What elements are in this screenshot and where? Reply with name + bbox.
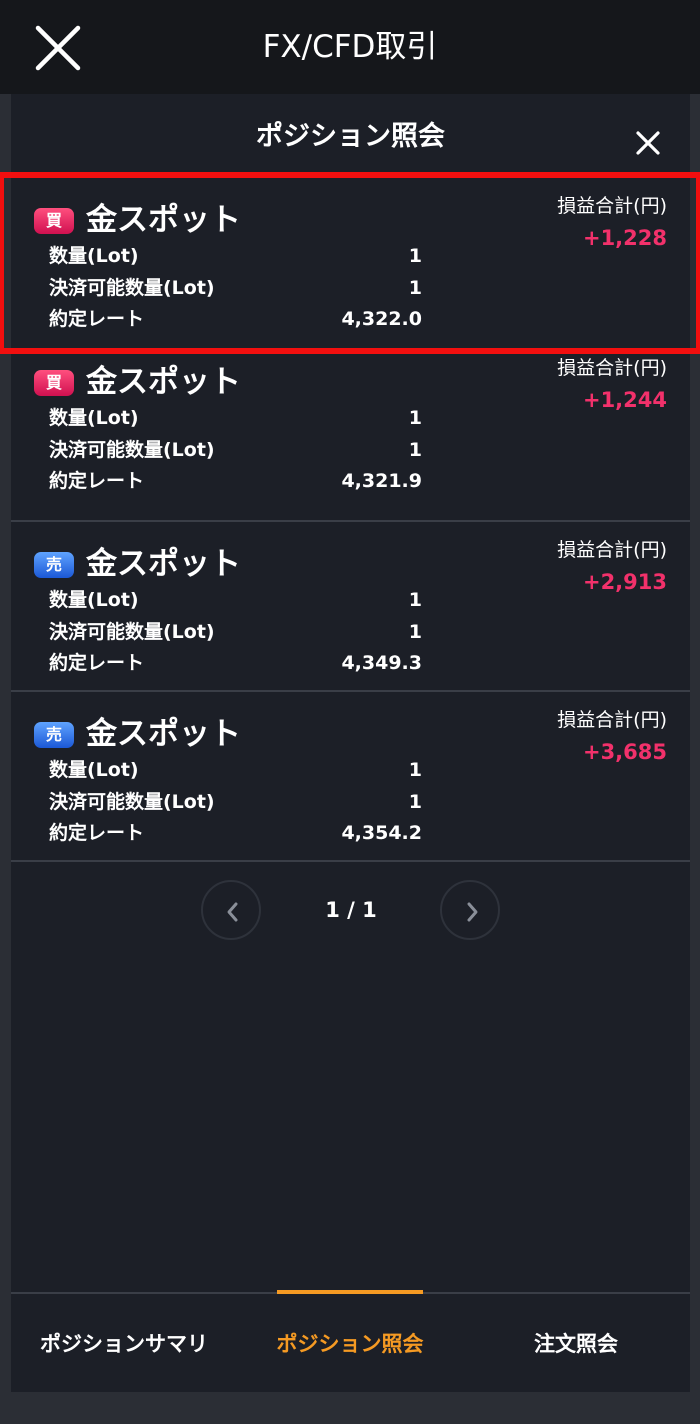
pl-value: +3,685 (582, 740, 667, 764)
sell-badge: 売 (34, 722, 74, 748)
settle-quantity-label: 決済可能数量(Lot) (49, 621, 215, 643)
pl-value: +1,244 (582, 388, 667, 412)
pl-label: 損益合計(円) (557, 357, 667, 379)
pl-label: 損益合計(円) (557, 195, 667, 217)
prev-page-button[interactable] (201, 880, 261, 940)
rate-value: 4,322.0 (341, 308, 422, 330)
settle-quantity-value: 1 (408, 277, 422, 299)
quantity-value: 1 (408, 407, 422, 429)
pagination: 1 / 1 (11, 880, 690, 940)
pl-value: +1,228 (582, 226, 667, 250)
rate-value: 4,354.2 (341, 822, 422, 844)
position-name: 金スポット (86, 546, 241, 582)
chevron-right-icon (467, 902, 478, 922)
buy-badge: 買 (34, 208, 74, 234)
app-header: FX/CFD取引 (0, 0, 700, 94)
sheet-header: ポジション照会 (11, 94, 690, 174)
settle-quantity-label: 決済可能数量(Lot) (49, 277, 215, 299)
chevron-left-icon (227, 902, 238, 922)
sell-badge: 売 (34, 552, 74, 578)
quantity-label: 数量(Lot) (49, 407, 139, 429)
position-row[interactable]: 買 金スポット 数量(Lot) 1 決済可能数量(Lot) 1 約定レート 4,… (11, 352, 690, 522)
sheet-title: ポジション照会 (256, 121, 445, 152)
next-page-button[interactable] (440, 880, 500, 940)
rate-value: 4,349.3 (341, 652, 422, 674)
app-title: FX/CFD取引 (262, 29, 438, 65)
position-sheet: ポジション照会 買 金スポット 数量(Lot) 1 決済可能数量(Lot) 1 … (0, 94, 700, 1392)
pl-label: 損益合計(円) (557, 539, 667, 561)
rate-label: 約定レート (49, 470, 145, 492)
page-indicator: 1 / 1 (325, 898, 377, 922)
position-row[interactable]: 売 金スポット 数量(Lot) 1 決済可能数量(Lot) 1 約定レート 4,… (11, 522, 690, 692)
pl-value: +2,913 (582, 570, 667, 594)
close-icon[interactable] (635, 130, 661, 156)
rate-label: 約定レート (49, 822, 145, 844)
rate-label: 約定レート (49, 308, 145, 330)
position-row[interactable]: 売 金スポット 数量(Lot) 1 決済可能数量(Lot) 1 約定レート 4,… (11, 692, 690, 862)
rate-label: 約定レート (49, 652, 145, 674)
settle-quantity-value: 1 (408, 791, 422, 813)
pl-label: 損益合計(円) (557, 709, 667, 731)
settle-quantity-label: 決済可能数量(Lot) (49, 439, 215, 461)
quantity-label: 数量(Lot) (49, 589, 139, 611)
position-row[interactable]: 買 金スポット 数量(Lot) 1 決済可能数量(Lot) 1 約定レート 4,… (0, 172, 700, 354)
quantity-label: 数量(Lot) (49, 245, 139, 267)
bottom-tab-bar: ポジションサマリ ポジション照会 注文照会 (11, 1290, 690, 1394)
position-name: 金スポット (86, 202, 241, 238)
settle-quantity-label: 決済可能数量(Lot) (49, 791, 215, 813)
tab-position-summary[interactable]: ポジションサマリ (11, 1294, 237, 1394)
rate-value: 4,321.9 (341, 470, 422, 492)
tab-position-inquiry[interactable]: ポジション照会 (237, 1294, 463, 1394)
settle-quantity-value: 1 (408, 439, 422, 461)
quantity-value: 1 (408, 245, 422, 267)
quantity-value: 1 (408, 589, 422, 611)
settle-quantity-value: 1 (408, 621, 422, 643)
position-name: 金スポット (86, 716, 241, 752)
quantity-value: 1 (408, 759, 422, 781)
position-list: 買 金スポット 数量(Lot) 1 決済可能数量(Lot) 1 約定レート 4,… (0, 172, 700, 862)
tab-order-inquiry[interactable]: 注文照会 (463, 1294, 689, 1394)
buy-badge: 買 (34, 370, 74, 396)
position-name: 金スポット (86, 364, 241, 400)
quantity-label: 数量(Lot) (49, 759, 139, 781)
